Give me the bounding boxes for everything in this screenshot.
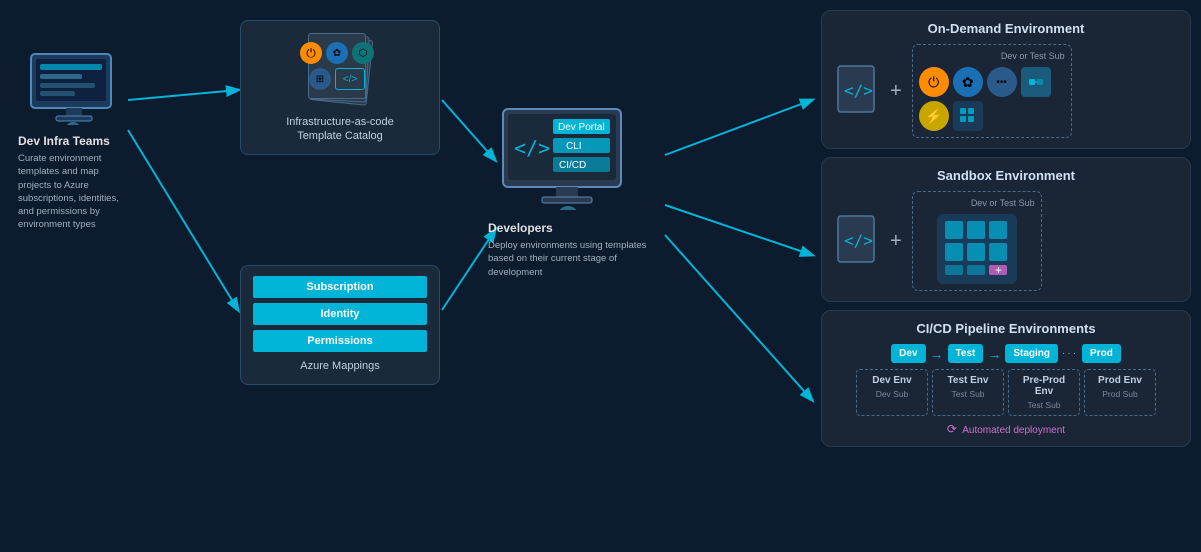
iac-box: ⏻ ✿ ⬡ ⊞ </> Infrastructure-as-codeTempla… — [240, 20, 440, 155]
developers-desc: Deploy environments using templates base… — [488, 239, 648, 279]
identity-row[interactable]: Identity — [253, 303, 427, 325]
plus-sign-2: + — [890, 230, 902, 253]
dev-infra-desc: Curate environment templates and map pro… — [18, 152, 128, 232]
k8s-icon-1: ✿ — [953, 67, 983, 97]
kubernetes-icon: ✿ — [326, 42, 348, 64]
permissions-row[interactable]: Permissions — [253, 330, 427, 352]
svg-text:</>: </> — [844, 81, 873, 100]
azure-mappings-box: Subscription Identity Permissions Azure … — [240, 265, 440, 385]
env-prod: Prod Env Prod Sub — [1084, 369, 1156, 416]
sandbox-panel: Sandbox Environment </> + Dev or Test Su… — [821, 157, 1191, 302]
dev-infra-section: Dev Infra Teams Curate environment templ… — [18, 50, 128, 232]
diagram-container: Dev Infra Teams Curate environment templ… — [0, 0, 1201, 552]
sandbox-body: </> + Dev or Test Sub — [836, 191, 1176, 291]
iac-icon-1: ⏻ — [919, 67, 949, 97]
grid-icon-1 — [953, 101, 983, 131]
db-icon-1: ⚡ — [919, 101, 949, 131]
on-demand-sublabel: Dev or Test Sub — [919, 51, 1065, 61]
on-demand-title: On-Demand Environment — [836, 21, 1176, 36]
subscription-row[interactable]: Subscription — [253, 276, 427, 298]
vm-icon: ⊞ — [309, 68, 331, 90]
developer-monitor-icon: </> Dev Portal CLI CI/CD — [498, 105, 638, 210]
svg-text:CI/CD: CI/CD — [559, 160, 586, 171]
svg-text:</>: </> — [514, 136, 550, 160]
svg-text:Dev Portal: Dev Portal — [558, 122, 605, 133]
plus-sign-1: + — [890, 80, 902, 103]
pages-stack-icon: ⏻ ✿ ⬡ ⊞ </> — [300, 31, 380, 111]
sandbox-sublabel: Dev or Test Sub — [919, 198, 1035, 208]
auto-deploy-label: ⟳ Automated deployment — [836, 422, 1176, 436]
on-demand-panel: On-Demand Environment </> + Dev or Test … — [821, 10, 1191, 149]
stage-prod: Prod — [1082, 344, 1121, 363]
arrow-1: → — [930, 346, 944, 362]
dev-infra-label: Dev Infra Teams — [18, 134, 128, 148]
doc-icon-sandbox: </> — [836, 214, 880, 268]
auto-deploy-icon: ⟳ — [947, 422, 957, 436]
dots-icon-1: ••• — [987, 67, 1017, 97]
on-demand-body: </> + Dev or Test Sub ⏻ ✿ ••• ⚡ — [836, 44, 1176, 138]
env-preprod: Pre-Prod Env Test Sub — [1008, 369, 1080, 416]
code-icon: </> — [335, 68, 365, 90]
cicd-envs-row: Dev Env Dev Sub Test Env Test Sub Pre-Pr… — [836, 369, 1176, 416]
network-icon-1 — [1021, 67, 1051, 97]
azure-label: Azure Mappings — [253, 360, 427, 372]
stage-staging: Staging — [1005, 344, 1058, 363]
svg-text:+: + — [995, 263, 1002, 277]
sandbox-grid-icon: + — [937, 214, 1017, 284]
env-test: Test Env Test Sub — [932, 369, 1004, 416]
sandbox-dashed-box: Dev or Test Sub — [912, 191, 1042, 291]
cicd-dots: ··· — [1062, 348, 1078, 359]
cicd-panel: CI/CD Pipeline Environments Dev → Test →… — [821, 310, 1191, 447]
env-dev: Dev Env Dev Sub — [856, 369, 928, 416]
developers-section: </> Dev Portal CLI CI/CD Developers Depl… — [488, 105, 648, 279]
storage-icon: ⬡ — [352, 42, 374, 64]
developers-label: Developers — [488, 221, 648, 235]
sandbox-title: Sandbox Environment — [836, 168, 1176, 183]
power-icon: ⏻ — [300, 42, 322, 64]
on-demand-dashed-box: Dev or Test Sub ⏻ ✿ ••• ⚡ — [912, 44, 1072, 138]
cicd-stages-row: Dev → Test → Staging ··· Prod — [836, 344, 1176, 363]
arrow-2: → — [987, 346, 1001, 362]
svg-text:</>: </> — [844, 231, 873, 250]
stage-dev: Dev — [891, 344, 925, 363]
right-panels: On-Demand Environment </> + Dev or Test … — [821, 10, 1191, 447]
svg-text:CLI: CLI — [566, 141, 582, 152]
iac-label: Infrastructure-as-codeTemplate Catalog — [253, 115, 427, 144]
dev-monitor-icon — [26, 50, 121, 125]
stage-test: Test — [948, 344, 984, 363]
doc-icon-on-demand: </> — [836, 64, 880, 118]
cicd-title: CI/CD Pipeline Environments — [836, 321, 1176, 336]
